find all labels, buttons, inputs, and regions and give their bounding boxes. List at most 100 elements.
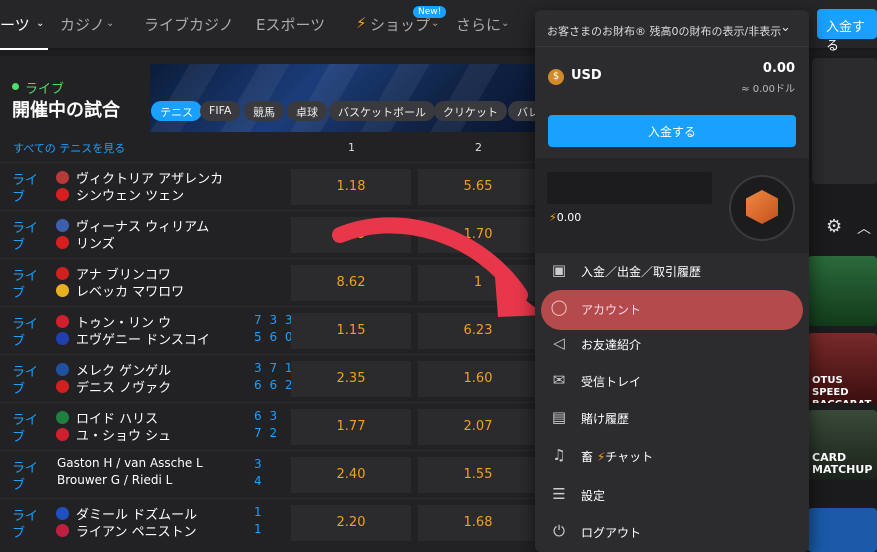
chevron-down-icon: ⌄ — [106, 18, 115, 29]
odds-2-button[interactable]: 1.68 — [418, 505, 538, 541]
score-1: 7 3 3 — [254, 313, 295, 327]
balance-converted: ≈ 0.00ドル — [741, 84, 795, 95]
live-link[interactable]: ブ — [12, 378, 25, 397]
live-link[interactable]: ブ — [12, 330, 25, 349]
gear-icon[interactable]: ⚙ — [826, 216, 842, 237]
receipt-icon: ▤ — [551, 408, 567, 426]
live-link[interactable]: ブ — [12, 186, 25, 205]
mail-icon: ✉ — [552, 371, 566, 389]
menu-item-megaphone[interactable]: ◁ お友達紹介 — [535, 328, 809, 364]
player-2-name: ユ・ショウ シュ — [76, 429, 172, 444]
player-2-name: Brouwer G / Riedi L — [57, 473, 173, 487]
section-title: 開催中の試合 — [12, 100, 120, 121]
dollar-coin-icon: $ — [548, 69, 564, 85]
headset-icon: ♫ — [552, 446, 566, 464]
menu-item-headset[interactable]: ♫ 畜 ⚡チャット — [535, 440, 809, 476]
match-row[interactable]: ライブメレク ゲンゲル デニス ノヴァク 3 7 16 6 2 2.35 1.60 — [0, 354, 540, 402]
menu-item-wallet[interactable]: ▣ 入金／出金／取引履歴 — [535, 255, 809, 291]
nav-casino[interactable]: カジノ — [60, 14, 105, 35]
flag-icon — [56, 284, 69, 297]
deposit-button-top[interactable]: 入金する — [817, 9, 877, 54]
odds-2-button[interactable]: 1.55 — [418, 457, 538, 493]
nav-more[interactable]: さらに — [456, 14, 501, 35]
odds-1-button[interactable]: 2.40 — [291, 457, 411, 493]
game-thumb-3[interactable]: CARD MATCHUP — [808, 410, 877, 480]
player-2-name: ライアン ペニストン — [76, 525, 197, 540]
menu-item-receipt[interactable]: ▤ 賭け履歴 — [535, 402, 809, 438]
flag-icon — [56, 507, 69, 520]
game-thumb-4[interactable] — [808, 508, 877, 552]
nav-live-casino[interactable]: ライブカジノ — [144, 14, 234, 35]
flag-icon — [56, 236, 69, 249]
score-2: 1 — [254, 522, 264, 536]
flag-icon — [56, 267, 69, 280]
menu-item-sliders[interactable]: ☰ 設定 — [535, 479, 809, 515]
player-1-name: Gaston H / van Assche L — [57, 456, 203, 470]
live-label: ライブ — [25, 82, 65, 97]
chip-horse-racing[interactable]: 競馬 — [244, 101, 284, 121]
chip-basketball[interactable]: バスケットボール — [329, 101, 435, 121]
menu-item-mail[interactable]: ✉ 受信トレイ — [535, 365, 809, 401]
player-2-name: レベッカ マワロワ — [76, 285, 185, 300]
menu-label: 入金／出金／取引履歴 — [581, 265, 702, 279]
nav-sports[interactable]: ーツ — [0, 14, 30, 35]
menu-item-user[interactable]: ◯ アカウント — [541, 290, 803, 330]
deposit-button[interactable]: 入金する — [548, 115, 796, 147]
chevron-down-icon: ⌄ — [501, 18, 510, 29]
wallet-icon: ▣ — [551, 261, 567, 279]
odds-2-button[interactable]: 2.07 — [418, 409, 538, 445]
odds-1-button[interactable]: 2.20 — [291, 505, 411, 541]
power-icon: ⏻ — [553, 522, 565, 540]
thumb-caption: OTUS SPEED BACCARAT — [812, 375, 871, 403]
odds-2-button[interactable]: 5.65 — [418, 169, 538, 205]
flag-icon — [56, 363, 69, 376]
promo-card[interactable] — [812, 58, 877, 184]
score-2: 7 2 — [254, 426, 280, 440]
balance-value: 0.00 — [762, 61, 795, 76]
game-thumb-2[interactable]: OTUS SPEED BACCARAT — [808, 333, 877, 403]
odds-1-button[interactable]: 1.77 — [291, 409, 411, 445]
chevron-down-icon[interactable]: ⌄ — [780, 20, 791, 35]
user-icon: ◯ — [550, 298, 568, 316]
live-link[interactable]: ブ — [12, 426, 25, 445]
flag-icon — [56, 411, 69, 424]
col-head-1: 1 — [348, 141, 355, 154]
chip-fifa[interactable]: FIFA — [200, 101, 241, 121]
menu-label: 設定 — [581, 489, 606, 503]
match-row[interactable]: ライブダミール ドズムール ライアン ペニストン 1 1 2.20 1.68 — [0, 498, 540, 546]
menu-label: 受信トレイ — [581, 375, 642, 389]
menu-item-power[interactable]: ⏻ ログアウト — [535, 516, 809, 552]
score-2: 4 — [254, 474, 264, 488]
game-thumb-1[interactable] — [808, 256, 877, 326]
divider — [535, 46, 809, 47]
odds-1-button[interactable]: 2.35 — [291, 361, 411, 397]
chevron-up-icon[interactable]: ︿ — [857, 218, 871, 238]
score-1: 6 3 — [254, 409, 280, 423]
odds-1-button[interactable]: 1.18 — [291, 169, 411, 205]
megaphone-icon: ◁ — [553, 334, 565, 352]
chip-table-tennis[interactable]: 卓球 — [287, 101, 327, 121]
live-link[interactable]: ブ — [12, 522, 25, 541]
chevron-down-icon: ⌄ — [36, 18, 45, 29]
col-head-2: 2 — [475, 141, 482, 154]
match-row[interactable]: ライブ Gaston H / van Assche L Brouwer G / Ri… — [0, 450, 540, 498]
score-2: 6 6 2 — [254, 378, 295, 392]
player-2-name: エヴゲニー ドンスコイ — [76, 333, 210, 348]
menu-label: 賭け履歴 — [581, 412, 630, 426]
odds-2-button[interactable]: 1.60 — [418, 361, 538, 397]
wallet-header[interactable]: お客さまのお財布® 残高0の財布の表示/非表示 — [547, 23, 781, 39]
chip-cricket[interactable]: クリケット — [434, 101, 507, 121]
live-link[interactable]: ブ — [12, 474, 25, 493]
see-all-tennis-link[interactable]: すべての テニスを見る — [13, 140, 125, 156]
nav-esports[interactable]: Eスポーツ — [256, 14, 325, 35]
username-field — [547, 172, 712, 204]
currency-label: USD — [571, 68, 602, 83]
match-row[interactable]: ライブヴィクトリア アザレンカ シンウェン ツェン 1.18 5.65 — [0, 162, 540, 210]
live-link[interactable]: ブ — [12, 282, 25, 301]
chip-tennis[interactable]: テニス — [151, 101, 202, 121]
live-link[interactable]: ブ — [12, 234, 25, 253]
match-row[interactable]: ライブロイド ハリス ユ・ショウ シュ 6 37 2 1.77 2.07 — [0, 402, 540, 450]
flag-icon — [56, 524, 69, 537]
menu-label: ログアウト — [581, 526, 642, 540]
score-1: 3 — [254, 457, 264, 471]
